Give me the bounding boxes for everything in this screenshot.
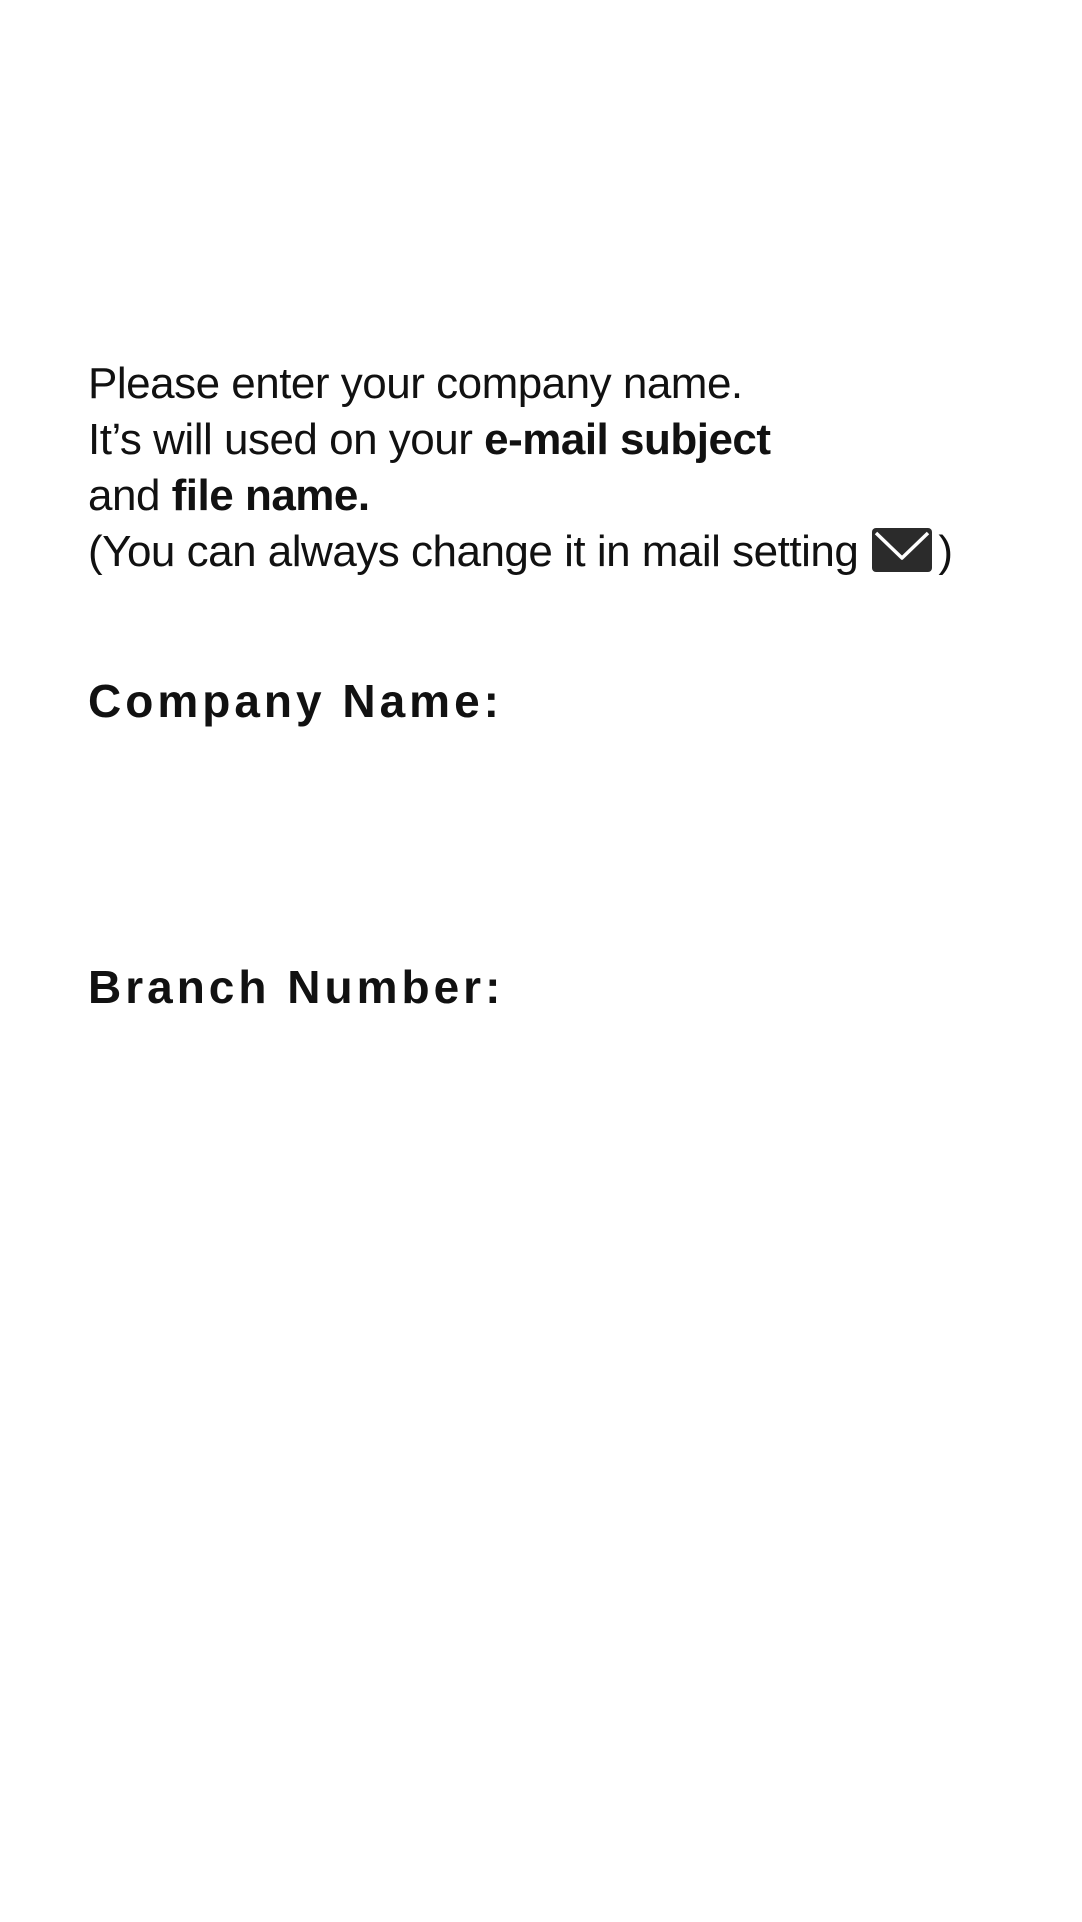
company-name-input[interactable]: [88, 770, 988, 850]
branch-number-input[interactable]: [88, 1056, 988, 1136]
intro-line-4-text: (You can always change it in mail settin…: [88, 527, 859, 576]
intro-line-2: It’s will used on your e-mail subject: [88, 412, 1048, 468]
intro-text: Please enter your company name. It’s wil…: [88, 356, 1048, 580]
intro-line-4: (You can always change it in mail settin…: [88, 524, 1048, 580]
intro-line-1: Please enter your company name.: [88, 359, 743, 408]
intro-line-4-close: ): [938, 527, 953, 576]
intro-line-3-text: and: [88, 471, 172, 520]
branch-number-label: Branch Number:: [88, 961, 505, 1013]
email-subject-emphasis: e-mail subject: [484, 415, 771, 464]
mail-icon: [872, 528, 933, 573]
intro-line-2-text: It’s will used on your: [88, 415, 485, 464]
file-name-emphasis: file name.: [171, 471, 370, 520]
intro-line-3: and file name.: [88, 468, 1048, 524]
company-name-label: Company Name:: [88, 675, 503, 727]
